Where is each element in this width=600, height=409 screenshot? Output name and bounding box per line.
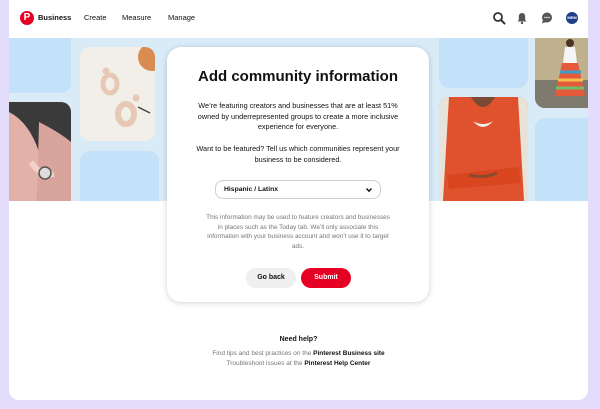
- intro-text: We’re featuring creators and businesses …: [197, 101, 399, 131]
- nav-measure[interactable]: Measure: [122, 13, 151, 22]
- help-line-business-text: Find tips and best practices on the: [212, 350, 312, 357]
- avatar[interactable]: MEM: [566, 12, 578, 24]
- pinterest-logo[interactable]: P: [20, 11, 34, 25]
- help-center-link[interactable]: Pinterest Help Center: [304, 360, 370, 367]
- nav-create[interactable]: Create: [84, 13, 107, 22]
- community-select[interactable]: Hispanic / Latinx: [215, 180, 381, 199]
- photo-tile-striped-skirt: [535, 38, 588, 108]
- search-icon[interactable]: [492, 11, 506, 25]
- bell-icon[interactable]: [515, 11, 529, 25]
- photo-tile-orange-shirt: [439, 97, 528, 201]
- photo-tile-pink-blouse: [9, 102, 71, 201]
- community-info-card: Add community information We’re featurin…: [167, 47, 429, 302]
- business-site-link[interactable]: Pinterest Business site: [313, 350, 385, 357]
- help-heading: Need help?: [279, 336, 318, 343]
- top-navigation: P Business Create Measure Manage MEM: [9, 0, 588, 38]
- decor-tile: [439, 38, 528, 88]
- help-line-business: Find tips and best practices on the Pint…: [9, 350, 588, 357]
- help-line-center: Troubleshoot issues at the Pinterest Hel…: [9, 360, 588, 367]
- photo-tile-earrings: [80, 47, 155, 141]
- page-title: Add community information: [198, 68, 398, 85]
- decor-tile: [9, 38, 71, 93]
- browser-window: P Business Create Measure Manage MEM Add…: [9, 0, 588, 400]
- nav-manage[interactable]: Manage: [168, 13, 195, 22]
- community-select-value: Hispanic / Latinx: [224, 186, 279, 193]
- chat-icon[interactable]: [540, 11, 554, 25]
- prompt-text: Want to be featured? Tell us which commu…: [196, 144, 400, 164]
- chevron-down-icon: [365, 188, 373, 193]
- decor-tile: [80, 151, 159, 201]
- business-link[interactable]: Business: [38, 13, 71, 22]
- go-back-button[interactable]: Go back: [246, 268, 296, 288]
- decor-tile: [535, 118, 588, 201]
- disclaimer-text: This information may be used to feature …: [206, 214, 390, 250]
- submit-button[interactable]: Submit: [301, 268, 351, 288]
- help-line-center-text: Troubleshoot issues at the: [226, 360, 303, 367]
